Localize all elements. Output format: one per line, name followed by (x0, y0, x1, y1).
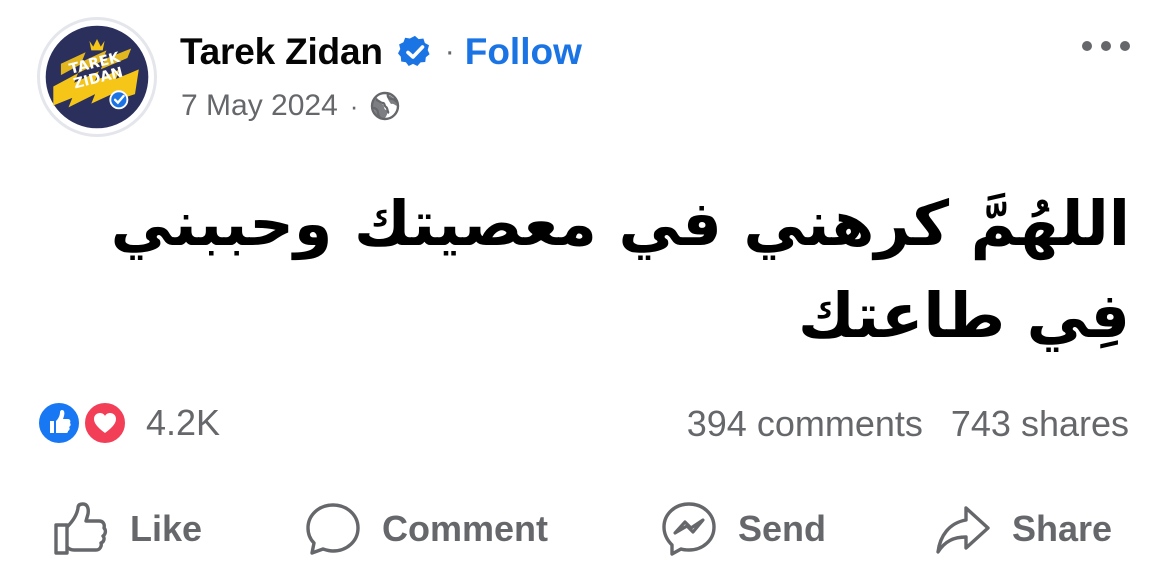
avatar[interactable]: TAREK ZIDAN (37, 17, 157, 137)
messenger-icon (660, 500, 718, 558)
meta-separator: · (349, 90, 359, 121)
follow-button[interactable]: Follow (465, 31, 582, 73)
like-label: Like (130, 508, 203, 549)
author-name[interactable]: Tarek Zidan (180, 31, 383, 73)
engagement-counts: 394 comments 743 shares (687, 400, 1129, 448)
reaction-count: 4.2K (146, 402, 221, 443)
separator-dot: · (444, 35, 455, 68)
send-label: Send (738, 508, 827, 549)
love-reaction-icon (82, 400, 128, 446)
comment-button[interactable]: Comment (304, 494, 548, 564)
like-button[interactable]: Like (52, 494, 202, 564)
send-button[interactable]: Send (660, 494, 826, 564)
share-label: Share (1012, 508, 1113, 549)
action-bar: Like Comment Send Share (0, 494, 1170, 564)
more-options-icon[interactable] (1080, 34, 1132, 58)
thumbs-up-icon (52, 500, 110, 558)
author-line: Tarek Zidan · Follow (180, 26, 582, 78)
reactions-summary[interactable]: 4.2K (36, 398, 220, 448)
post-meta: 7 May 2024 · (181, 86, 400, 126)
avatar-image: TAREK ZIDAN (45, 25, 149, 129)
globe-icon (370, 91, 400, 121)
share-button[interactable]: Share (934, 494, 1112, 564)
shares-count[interactable]: 743 shares (951, 403, 1129, 445)
share-arrow-icon (934, 500, 992, 558)
post-text: اللهُمَّ كرهني في معصيتك وحببني فِي طاعت… (110, 187, 1130, 352)
reaction-icons (36, 398, 134, 448)
comments-count[interactable]: 394 comments (687, 403, 923, 445)
post-date[interactable]: 7 May 2024 (181, 89, 338, 123)
comment-bubble-icon (304, 500, 362, 558)
comment-label: Comment (382, 508, 549, 549)
verified-badge-icon (397, 34, 433, 70)
like-reaction-icon (36, 400, 82, 446)
